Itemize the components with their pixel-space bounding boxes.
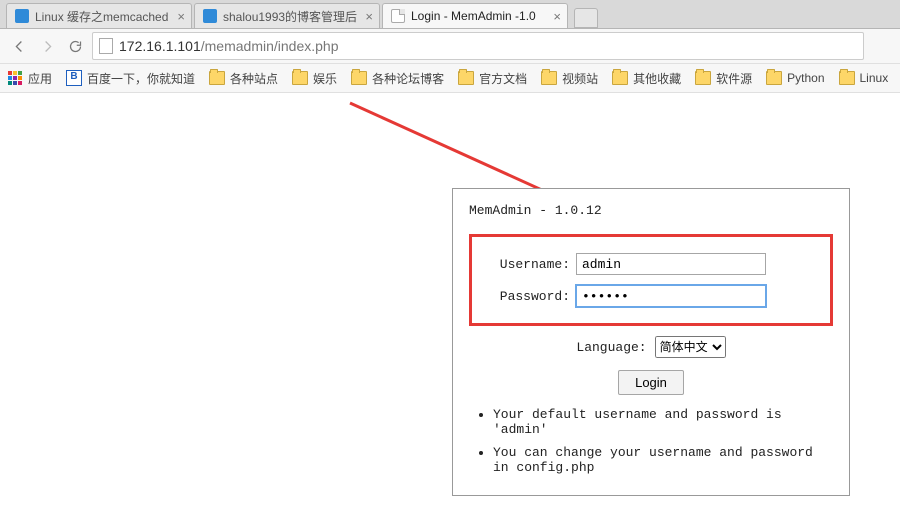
folder-icon [292, 71, 308, 85]
login-panel: MemAdmin - 1.0.12 Username: Password: La… [452, 188, 850, 496]
browser-tab-active[interactable]: Login - MemAdmin -1.0 × [382, 3, 568, 28]
apps-shortcut[interactable]: 应用 [8, 70, 52, 87]
bookmark-folder[interactable]: Linux [839, 71, 889, 85]
login-button-row: Login [469, 370, 833, 395]
browser-tabstrip: Linux 缓存之memcached × shalou1993的博客管理后 × … [0, 0, 900, 29]
toolbar-right-spacer [870, 35, 892, 57]
folder-icon [766, 71, 782, 85]
browser-tab[interactable]: shalou1993的博客管理后 × [194, 3, 380, 28]
credentials-highlight: Username: Password: [469, 234, 833, 326]
bookmark-label: 软件源 [716, 70, 752, 87]
forward-button[interactable] [36, 35, 58, 57]
bookmark-label: 各种站点 [230, 70, 278, 87]
page-viewport: MemAdmin - 1.0.12 Username: Password: La… [0, 93, 900, 508]
apps-icon [8, 71, 23, 86]
tab-favicon [15, 9, 29, 23]
folder-icon [695, 71, 711, 85]
folder-icon [351, 71, 367, 85]
bookmark-label: 各种论坛博客 [372, 70, 444, 87]
language-select[interactable]: 简体中文 [655, 336, 726, 358]
bookmark-folder[interactable]: Python [766, 71, 824, 85]
close-icon[interactable]: × [553, 10, 561, 23]
password-label: Password: [480, 289, 570, 304]
bookmark-folder[interactable]: 各种站点 [209, 70, 278, 87]
arrow-left-icon [12, 39, 27, 54]
app-title: MemAdmin - 1.0.12 [469, 203, 833, 218]
tab-title: Login - MemAdmin -1.0 [411, 9, 547, 23]
bookmark-folder[interactable]: 娱乐 [292, 70, 337, 87]
bookmark-label: 娱乐 [313, 70, 337, 87]
login-notes: Your default username and password is 'a… [469, 407, 833, 475]
language-row: Language: 简体中文 [469, 336, 833, 358]
new-tab-button[interactable] [574, 8, 598, 28]
tab-favicon [391, 9, 405, 23]
login-note: You can change your username and passwor… [493, 445, 833, 475]
language-label: Language: [576, 340, 646, 355]
close-icon[interactable]: × [177, 10, 185, 23]
bookmark-folder[interactable]: 各种论坛博客 [351, 70, 444, 87]
password-row: Password: [480, 285, 822, 307]
close-icon[interactable]: × [365, 10, 373, 23]
tab-title: Linux 缓存之memcached [35, 8, 171, 25]
tab-favicon [203, 9, 217, 23]
bookmark-folder[interactable]: 其他收藏 [612, 70, 681, 87]
bookmark-item[interactable]: B 百度一下，你就知道 [66, 70, 195, 87]
username-input[interactable] [576, 253, 766, 275]
tab-title: shalou1993的博客管理后 [223, 8, 359, 25]
bookmark-folder[interactable]: 软件源 [695, 70, 752, 87]
page-icon [99, 38, 113, 54]
address-bar[interactable]: 172.16.1.101/memadmin/index.php [92, 32, 864, 60]
browser-toolbar: 172.16.1.101/memadmin/index.php [0, 29, 900, 64]
login-note: Your default username and password is 'a… [493, 407, 833, 437]
bookmark-label: 百度一下，你就知道 [87, 70, 195, 87]
bookmark-label: 视频站 [562, 70, 598, 87]
bookmark-label: Linux [860, 71, 889, 85]
reload-icon [68, 39, 83, 54]
bookmark-label: 官方文档 [479, 70, 527, 87]
folder-icon [839, 71, 855, 85]
login-button[interactable]: Login [618, 370, 684, 395]
bookmark-folder[interactable]: 官方文档 [458, 70, 527, 87]
url-host: 172.16.1.101 [119, 38, 201, 54]
username-row: Username: [480, 253, 822, 275]
back-button[interactable] [8, 35, 30, 57]
folder-icon [209, 71, 225, 85]
bookmark-folder[interactable]: 视频站 [541, 70, 598, 87]
bookmark-label: Python [787, 71, 824, 85]
apps-label: 应用 [28, 70, 52, 87]
folder-icon [458, 71, 474, 85]
url-path: /memadmin/index.php [201, 38, 339, 54]
arrow-right-icon [40, 39, 55, 54]
reload-button[interactable] [64, 35, 86, 57]
folder-icon [541, 71, 557, 85]
username-label: Username: [480, 257, 570, 272]
folder-icon [612, 71, 628, 85]
browser-tab[interactable]: Linux 缓存之memcached × [6, 3, 192, 28]
password-input[interactable] [576, 285, 766, 307]
bookmark-label: 其他收藏 [633, 70, 681, 87]
baidu-icon: B [66, 70, 82, 86]
bookmarks-bar: 应用 B 百度一下，你就知道 各种站点 娱乐 各种论坛博客 官方文档 视频站 其他… [0, 64, 900, 93]
